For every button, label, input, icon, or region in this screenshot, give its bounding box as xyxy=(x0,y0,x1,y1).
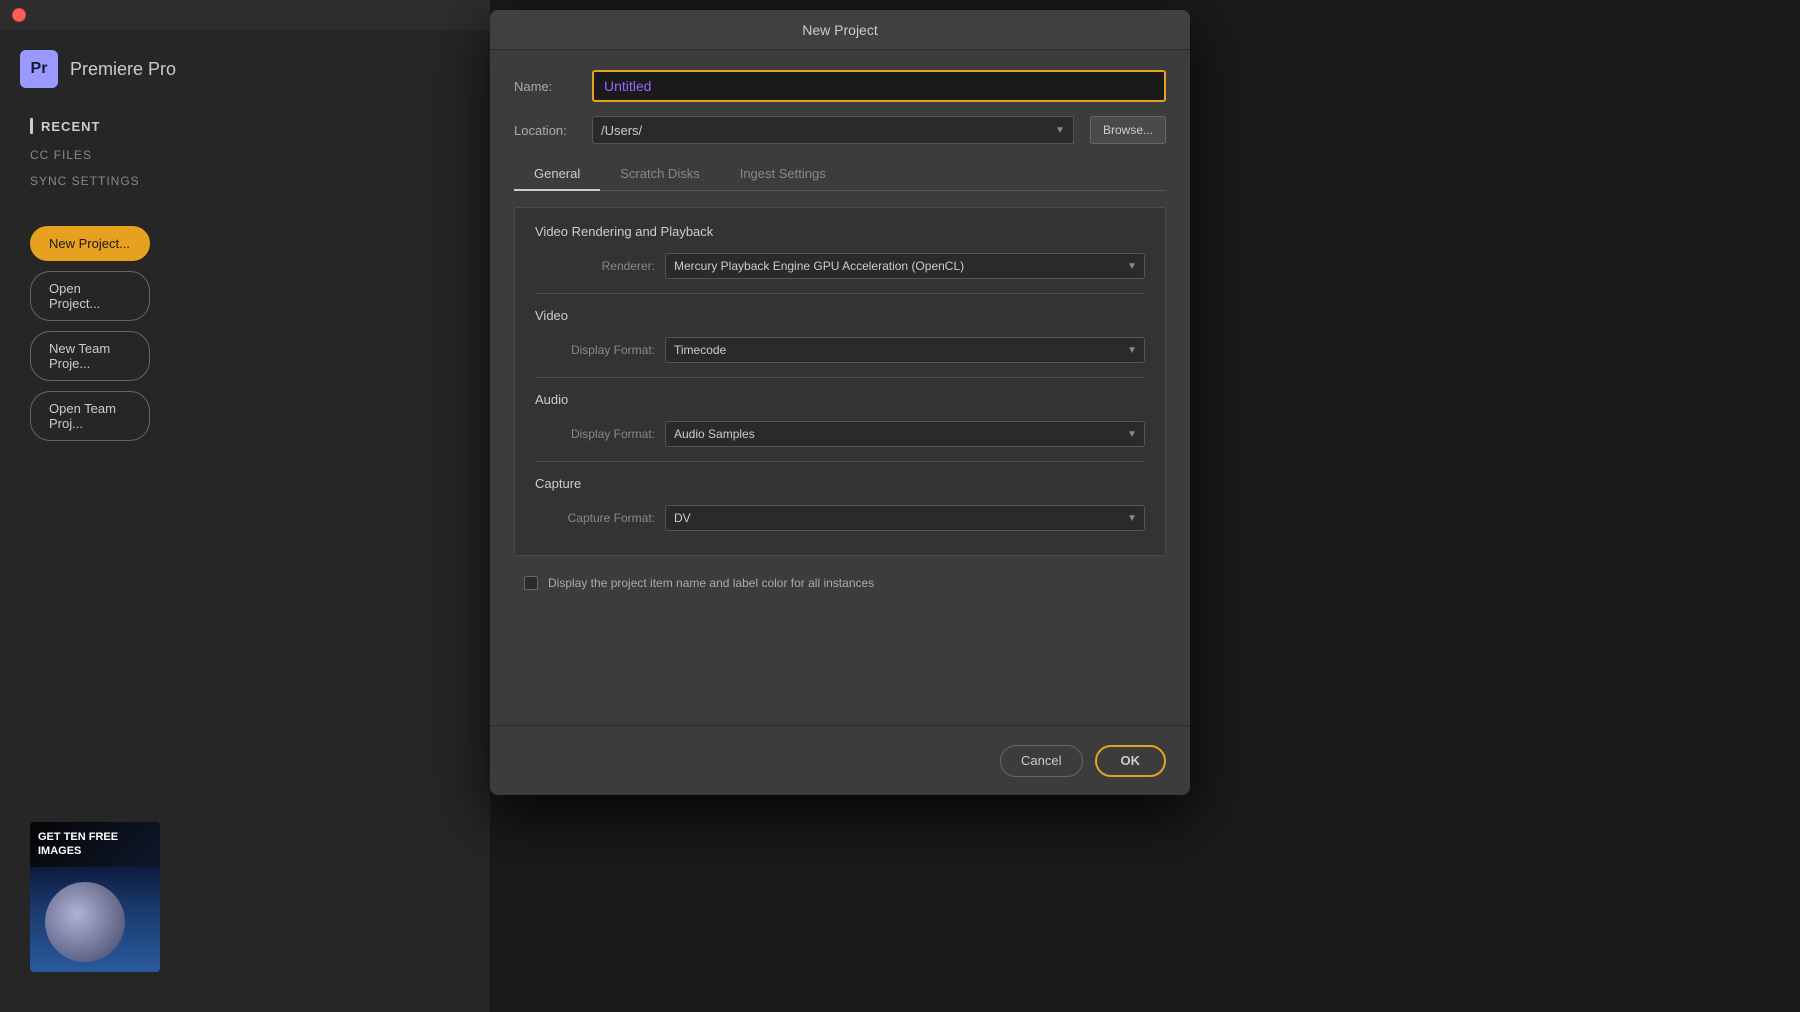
capture-format-select[interactable]: DV xyxy=(665,505,1145,531)
tab-content-general: Video Rendering and Playback Renderer: M… xyxy=(514,207,1166,556)
video-display-format-value: Timecode xyxy=(674,343,726,357)
capture-title: Capture xyxy=(535,476,1145,491)
video-display-format-select[interactable]: Timecode xyxy=(665,337,1145,363)
browse-button[interactable]: Browse... xyxy=(1090,116,1166,144)
recent-label: RECENT xyxy=(30,118,460,134)
tab-general[interactable]: General xyxy=(514,158,600,191)
app-name: Premiere Pro xyxy=(70,59,176,80)
checkbox-row: Display the project item name and label … xyxy=(514,576,1166,590)
location-value: /Users/ xyxy=(601,123,642,138)
ad-decorative-shape xyxy=(45,882,125,962)
renderer-value: Mercury Playback Engine GPU Acceleration… xyxy=(674,259,964,273)
location-display[interactable]: /Users/ ▼ xyxy=(592,116,1074,144)
location-row: Location: /Users/ ▼ Browse... xyxy=(514,116,1166,144)
close-button[interactable] xyxy=(12,8,26,22)
app-header: Pr Premiere Pro xyxy=(0,30,490,108)
new-project-button[interactable]: New Project... xyxy=(30,226,150,261)
dialog-footer: Cancel OK xyxy=(490,725,1190,795)
audio-display-format-select[interactable]: Audio Samples xyxy=(665,421,1145,447)
name-row: Name: xyxy=(514,70,1166,102)
tab-ingest-settings[interactable]: Ingest Settings xyxy=(720,158,846,191)
capture-format-label: Capture Format: xyxy=(535,511,655,525)
divider-2 xyxy=(535,377,1145,378)
location-label: Location: xyxy=(514,123,584,138)
video-title: Video xyxy=(535,308,1145,323)
renderer-label: Renderer: xyxy=(535,259,655,273)
chevron-down-icon: ▼ xyxy=(1055,125,1065,136)
video-display-format-select-wrapper: Timecode ▼ xyxy=(665,337,1145,363)
open-project-button[interactable]: Open Project... xyxy=(30,271,150,321)
sidebar: Pr Premiere Pro RECENT CC FILES SYNC SET… xyxy=(0,0,490,1012)
app-logo: Pr xyxy=(20,50,58,88)
renderer-select[interactable]: Mercury Playback Engine GPU Acceleration… xyxy=(665,253,1145,279)
dialog-body: Name: Location: /Users/ ▼ Browse... Gene… xyxy=(490,50,1190,610)
sidebar-nav: RECENT CC FILES SYNC SETTINGS xyxy=(0,108,490,210)
ad-banner[interactable]: GET TEN FREE IMAGES xyxy=(30,822,160,972)
titlebar xyxy=(0,0,490,30)
video-rendering-title: Video Rendering and Playback xyxy=(535,224,1145,239)
video-display-format-row: Display Format: Timecode ▼ xyxy=(535,337,1145,363)
audio-title: Audio xyxy=(535,392,1145,407)
open-team-project-button[interactable]: Open Team Proj... xyxy=(30,391,150,441)
audio-display-format-row: Display Format: Audio Samples ▼ xyxy=(535,421,1145,447)
sidebar-buttons: New Project... Open Project... New Team … xyxy=(0,210,490,457)
checkbox-label: Display the project item name and label … xyxy=(548,576,874,590)
dialog-titlebar: New Project xyxy=(490,10,1190,50)
capture-format-row: Capture Format: DV ▼ xyxy=(535,505,1145,531)
sidebar-item-cc-files[interactable]: CC FILES xyxy=(30,148,460,162)
capture-format-select-wrapper: DV ▼ xyxy=(665,505,1145,531)
tabs: General Scratch Disks Ingest Settings xyxy=(514,158,1166,191)
video-display-format-label: Display Format: xyxy=(535,343,655,357)
audio-display-format-value: Audio Samples xyxy=(674,427,755,441)
tab-scratch-disks[interactable]: Scratch Disks xyxy=(600,158,719,191)
ad-text: GET TEN FREE IMAGES xyxy=(30,822,160,867)
name-input[interactable] xyxy=(592,70,1166,102)
capture-format-value: DV xyxy=(674,511,691,525)
ok-button[interactable]: OK xyxy=(1095,745,1167,777)
cancel-button[interactable]: Cancel xyxy=(1000,745,1082,777)
ad-image xyxy=(30,867,160,972)
divider-3 xyxy=(535,461,1145,462)
renderer-select-wrapper: Mercury Playback Engine GPU Acceleration… xyxy=(665,253,1145,279)
sidebar-item-sync-settings[interactable]: SYNC SETTINGS xyxy=(30,174,460,188)
audio-display-format-label: Display Format: xyxy=(535,427,655,441)
display-project-item-checkbox[interactable] xyxy=(524,576,538,590)
location-wrapper: /Users/ ▼ xyxy=(592,116,1074,144)
new-project-dialog: New Project Name: Location: /Users/ ▼ Br… xyxy=(490,10,1190,795)
new-team-project-button[interactable]: New Team Proje... xyxy=(30,331,150,381)
divider-1 xyxy=(535,293,1145,294)
renderer-row: Renderer: Mercury Playback Engine GPU Ac… xyxy=(535,253,1145,279)
audio-display-format-select-wrapper: Audio Samples ▼ xyxy=(665,421,1145,447)
dialog-title: New Project xyxy=(802,22,877,38)
name-label: Name: xyxy=(514,79,584,94)
